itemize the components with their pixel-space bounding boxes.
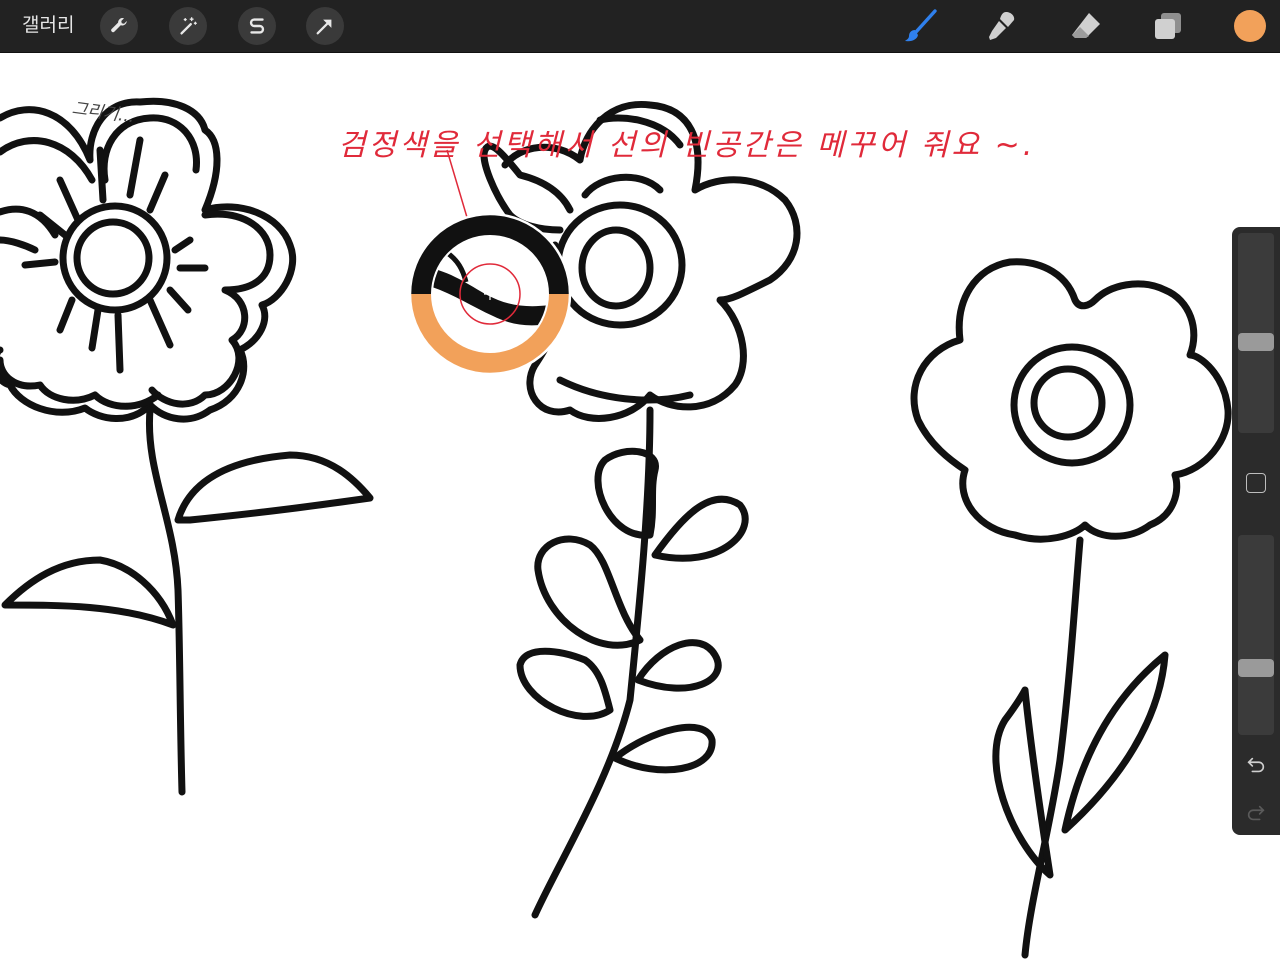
adjustments-button[interactable]	[169, 7, 207, 45]
drawing-canvas[interactable]: 그리기... 검정색을 선택해서 선의 빈공간은 메꾸어 줘요 ~.	[0, 52, 1280, 960]
opacity-slider[interactable]	[1238, 535, 1274, 735]
color-picker-button[interactable]	[1234, 10, 1266, 42]
actions-button[interactable]	[100, 7, 138, 45]
smudge-button[interactable]	[981, 6, 1021, 46]
left-flower	[0, 97, 374, 796]
redo-button[interactable]	[1244, 801, 1268, 825]
eraser-button[interactable]	[1066, 6, 1106, 46]
brush-icon	[905, 9, 937, 42]
layers-button[interactable]	[1148, 6, 1188, 46]
transform-button[interactable]	[306, 7, 344, 45]
modify-button[interactable]	[1246, 473, 1266, 493]
eyedropper-loupe	[408, 212, 572, 376]
brush-button[interactable]	[900, 6, 940, 46]
gallery-button[interactable]: 갤러리	[22, 13, 74, 37]
smudge-icon	[989, 12, 1015, 40]
transform-arrow-icon	[316, 19, 332, 35]
selection-s-icon	[249, 18, 265, 34]
opacity-thumb[interactable]	[1238, 658, 1274, 677]
eraser-icon	[1072, 13, 1100, 38]
undo-icon	[1247, 757, 1265, 773]
right-flower	[910, 258, 1232, 959]
selection-button[interactable]	[238, 7, 276, 45]
wrench-icon	[111, 17, 127, 33]
layers-icon	[1155, 13, 1181, 39]
flower-drawing	[0, 97, 1232, 959]
redo-icon	[1247, 805, 1265, 821]
brush-size-thumb[interactable]	[1238, 333, 1274, 352]
annotation-text: 검정색을 선택해서 선의 빈공간은 메꾸어 줘요 ~.	[338, 128, 1036, 163]
brush-sidebar	[1232, 227, 1280, 835]
top-toolbar: 갤러리	[0, 0, 1280, 53]
undo-button[interactable]	[1244, 753, 1268, 777]
eyedropper-ring	[408, 212, 572, 376]
brush-size-slider[interactable]	[1238, 233, 1274, 433]
magic-wand-icon	[180, 17, 197, 35]
